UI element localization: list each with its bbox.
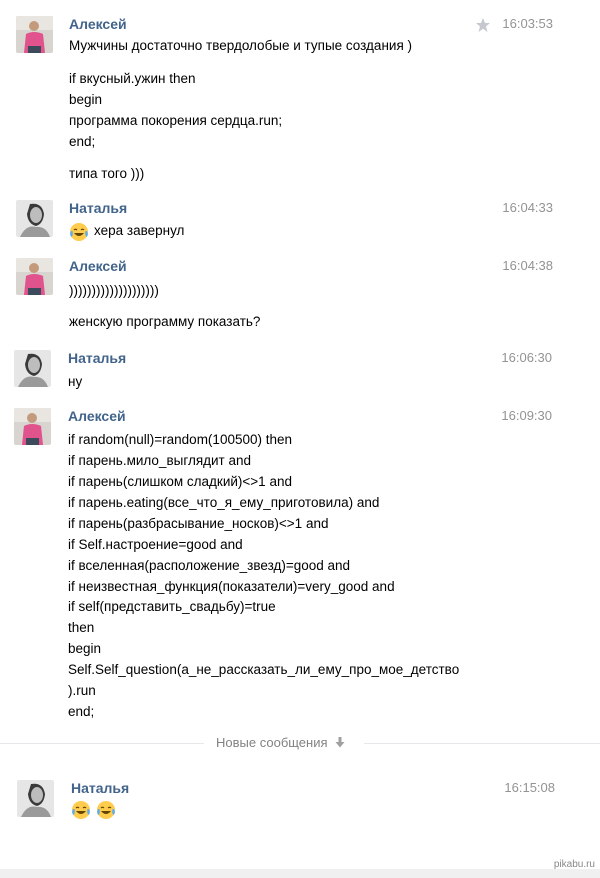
author-name[interactable]: Алексей [68, 408, 126, 424]
message-text: begin [69, 92, 103, 107]
message-text: ну [68, 374, 83, 389]
message-text: then [68, 620, 95, 635]
message-time[interactable]: 16:09:30 [501, 408, 552, 423]
avatar[interactable] [17, 780, 54, 817]
message-text: if random(null)=random(100500) then [68, 432, 293, 447]
message-text: if self(представить_свадьбу)=true [68, 599, 276, 614]
avatar[interactable] [16, 200, 53, 237]
message-text: if вкусный.ужин then [69, 71, 196, 86]
avatar[interactable] [16, 258, 53, 295]
message-text: if Self.настроение=good and [68, 537, 243, 552]
message-text: женскую программу показать? [69, 314, 261, 329]
author-name[interactable]: Алексей [69, 258, 127, 274]
avatar[interactable] [16, 16, 53, 53]
tears-of-joy-emoji [72, 801, 90, 819]
watermark: pikabu.ru [553, 859, 595, 870]
message-text: ).run [68, 683, 96, 698]
message-time[interactable]: 16:15:08 [504, 780, 555, 795]
star-icon[interactable] [475, 17, 491, 33]
new-messages-divider: Новые сообщения [216, 735, 345, 750]
message-text: Self.Self_question(а_не_рассказать_ли_ем… [68, 662, 460, 677]
message-text: )))))))))))))))))))) [69, 283, 159, 298]
tears-of-joy-emoji [97, 801, 115, 819]
divider-line [364, 743, 600, 744]
tears-of-joy-emoji [70, 223, 88, 241]
message-text: if парень.мило_выглядит and [68, 453, 252, 468]
avatar[interactable] [14, 350, 51, 387]
message-text: end; [68, 704, 95, 719]
author-name[interactable]: Наталья [69, 200, 127, 216]
message-time[interactable]: 16:03:53 [502, 16, 553, 31]
message-text: if парень(слишком сладкий)<>1 and [68, 474, 292, 489]
message-text: программа покорения сердца.run; [69, 113, 283, 128]
footer-bar [0, 869, 600, 878]
message-text: типа того ))) [69, 166, 145, 181]
message-text: end; [69, 134, 96, 149]
message-text: if вселенная(расположение_звезд)=good an… [68, 558, 351, 573]
message-text: Мужчины достаточно твердолобые и тупые с… [69, 38, 412, 53]
message-text: begin [68, 641, 102, 656]
new-messages-label: Новые сообщения [216, 735, 328, 750]
divider-line [0, 743, 204, 744]
avatar[interactable] [14, 408, 51, 445]
message-time[interactable]: 16:06:30 [501, 350, 552, 365]
message-time[interactable]: 16:04:38 [502, 258, 553, 273]
message-text: хера завернул [94, 223, 185, 238]
author-name[interactable]: Наталья [68, 350, 126, 366]
author-name[interactable]: Алексей [69, 16, 127, 32]
message-text: if парень.eating(все_что_я_ему_приготови… [68, 495, 380, 510]
message-text: if неизвестная_функция(показатели)=very_… [68, 579, 395, 594]
message-time[interactable]: 16:04:33 [502, 200, 553, 215]
message-text: if парень(разбрасывание_носков)<>1 and [68, 516, 329, 531]
arrow-down-icon [335, 737, 345, 748]
author-name[interactable]: Наталья [71, 780, 129, 796]
